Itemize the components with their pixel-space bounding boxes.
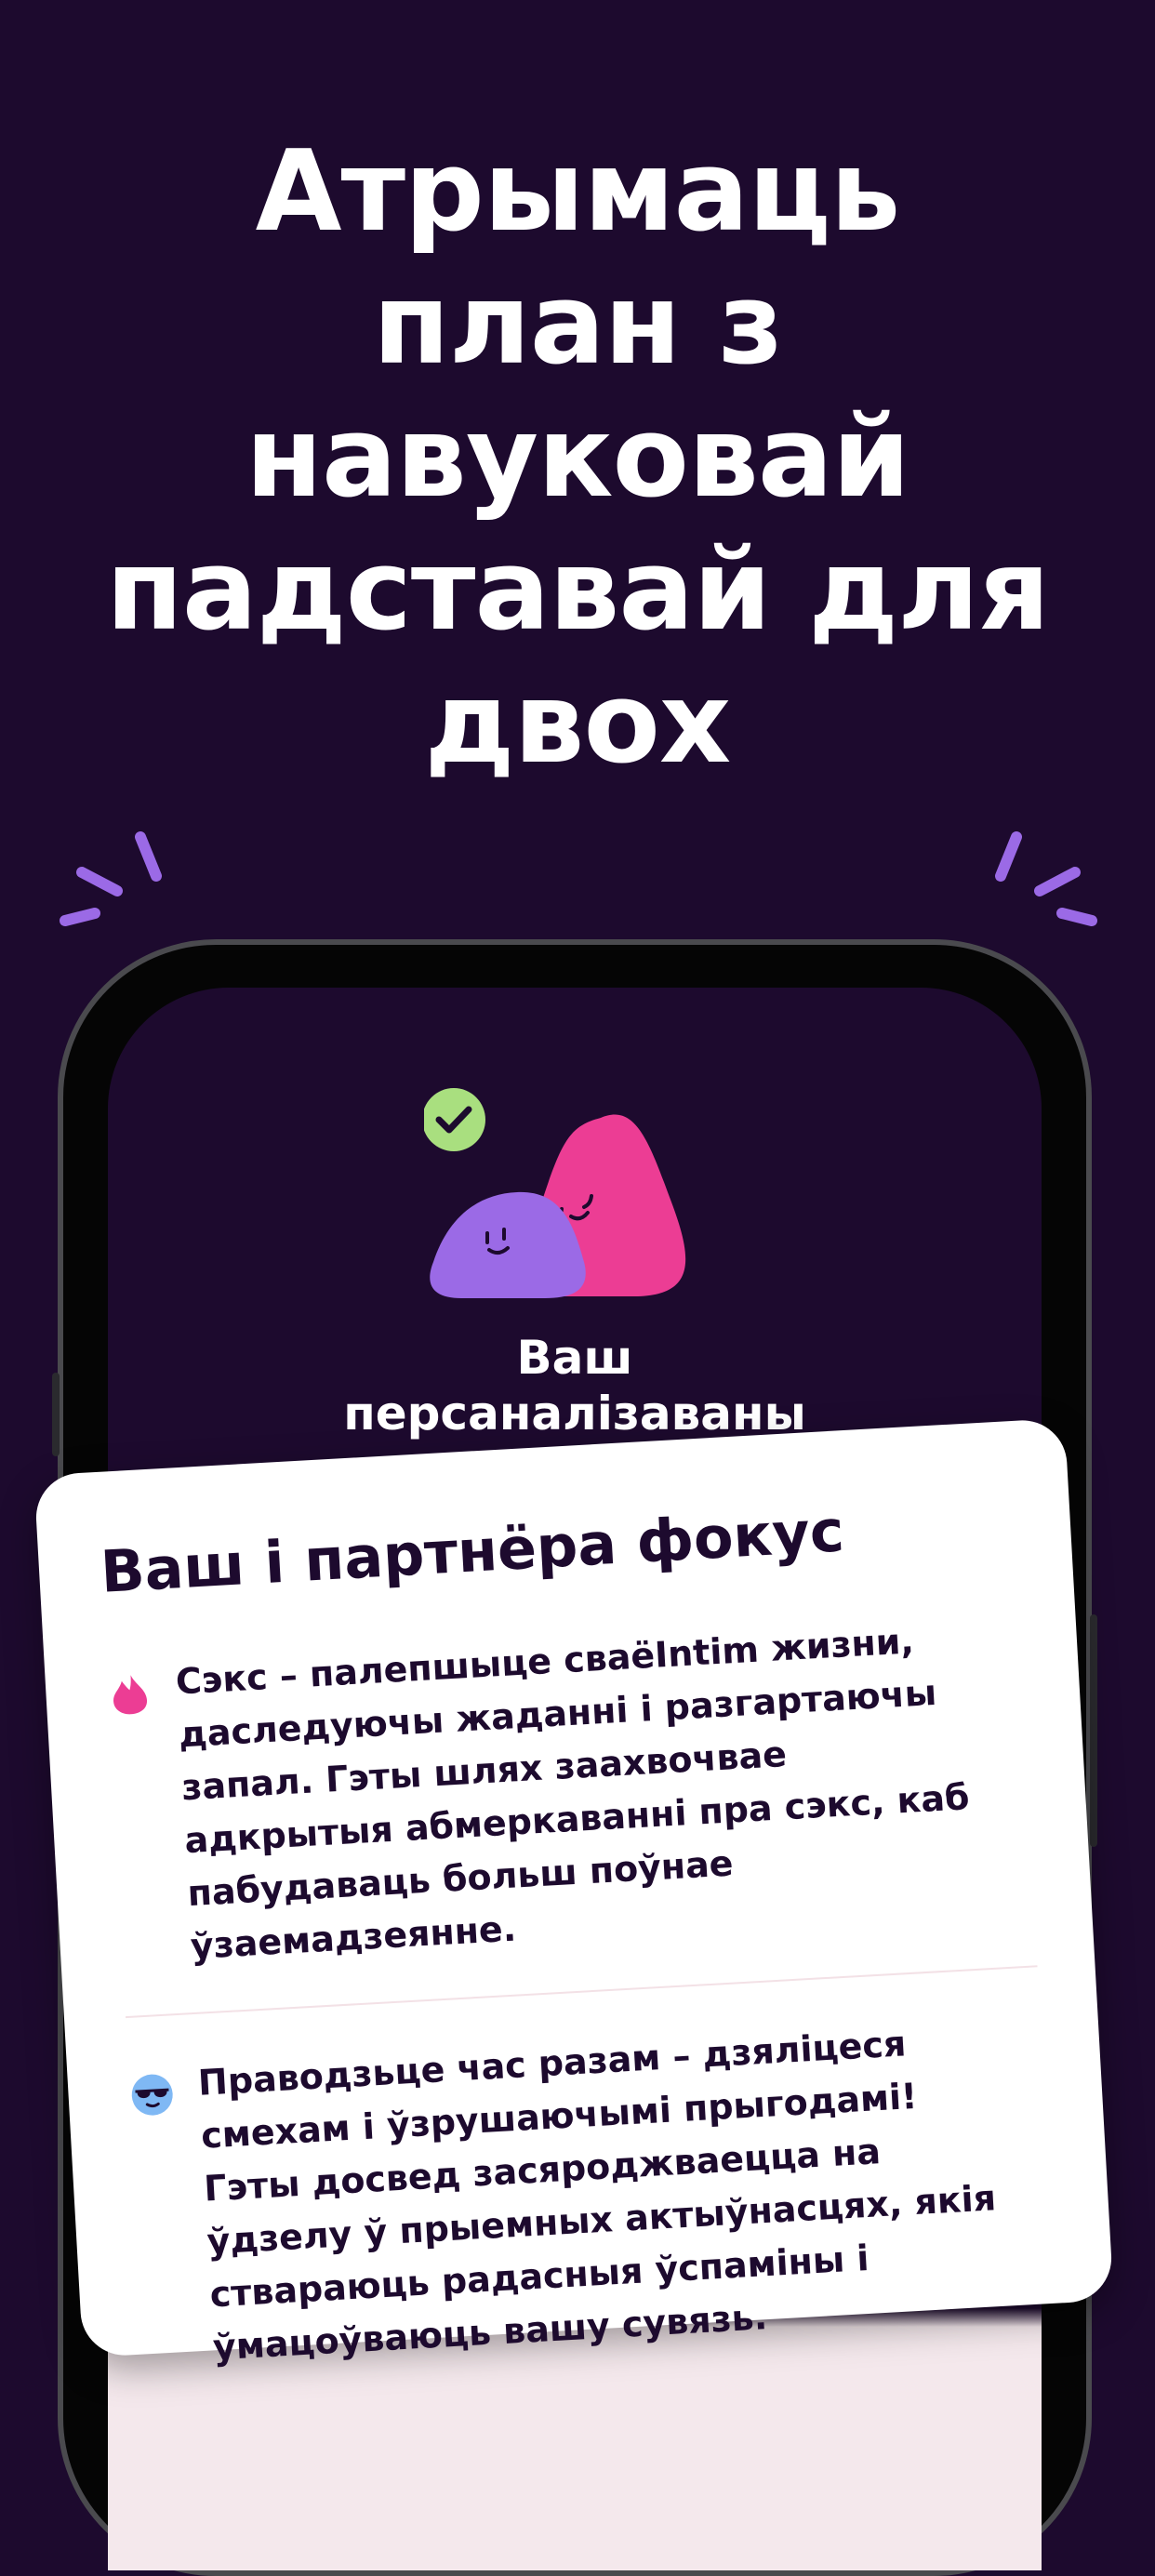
headline-line: навуковай	[246, 393, 910, 523]
headline-line: двох	[424, 659, 732, 789]
phone-side-button	[52, 1373, 60, 1456]
sunglasses-face-icon	[131, 2074, 173, 2116]
sparkle-right-icon	[995, 831, 1097, 926]
focus-item-text: Праводзьце час разам – дзяліцеся смехам …	[197, 2012, 1003, 2374]
divider	[125, 1965, 1038, 2019]
sparkle-left-icon	[60, 831, 162, 926]
screen-title: Ваш персаналізаваны	[108, 1330, 1042, 1441]
focus-card: Ваш і партнёра фокус Сэкс – палепшыце св…	[33, 1417, 1114, 2368]
headline: Атрымаць план з навуковай падставай для …	[37, 126, 1118, 790]
phone-side-button	[1090, 1614, 1097, 1847]
headline-line: план з	[372, 260, 783, 390]
flame-icon	[113, 1675, 148, 1715]
card-title: Ваш і партнёра фокус	[99, 1496, 846, 1606]
focus-item-time-together: Праводзьце час разам – дзяліцеся смехам …	[128, 2010, 1058, 2378]
headline-line: падставай для	[105, 526, 1050, 656]
two-blob-mascots-icon	[424, 1088, 686, 1298]
check-circle-icon	[424, 1088, 485, 1151]
focus-item-sex: Сэкс – палепшыце сваёIntim жизни, даслед…	[106, 1609, 1036, 1977]
focus-item-text: Сэкс – палепшыце сваёIntim жизни, даслед…	[174, 1612, 976, 1973]
screen-title-line: Ваш	[516, 1331, 633, 1385]
headline-line: Атрымаць	[255, 127, 901, 257]
